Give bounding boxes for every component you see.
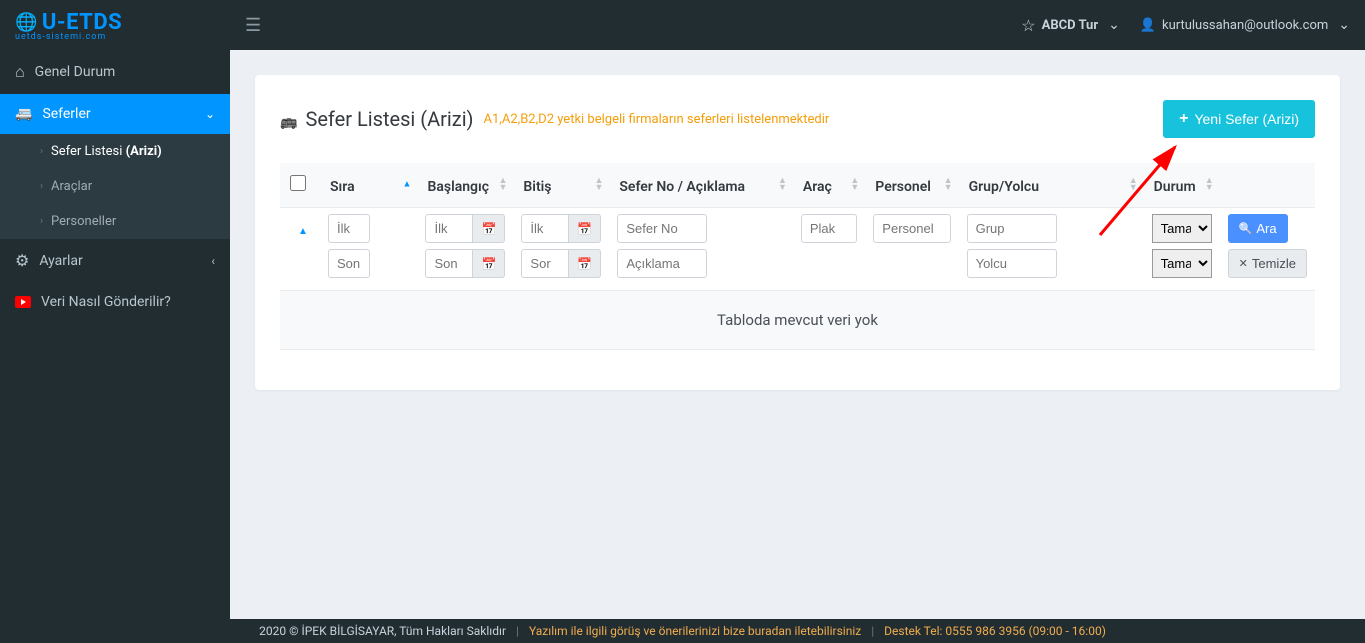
chevron-right-icon: ›	[40, 146, 43, 157]
company-selector[interactable]: ABCD Tur	[1021, 16, 1120, 35]
col-baslangic[interactable]: Başlangıç▲▼	[417, 163, 513, 208]
topbar: 🌐U-ETDS uetds-sistemi.com ☰ ABCD Tur 👤 k…	[0, 0, 1365, 50]
calendar-icon[interactable]: 📅	[569, 249, 601, 278]
footer-feedback-link[interactable]: Yazılım ile ilgili görüş ve önerileriniz…	[529, 624, 861, 638]
col-checkbox	[280, 163, 320, 208]
sefer-table: Sıra▲ Başlangıç▲▼ Bitiş▲▼ Sefer No / Açı…	[280, 163, 1315, 350]
filter-durum-2[interactable]: Tamamı	[1152, 249, 1212, 278]
filter-plaka[interactable]	[801, 214, 857, 243]
col-personel[interactable]: Personel▲▼	[865, 163, 958, 208]
card-header: Sefer Listesi (Arizi) A1,A2,B2,D2 yetki …	[280, 100, 1315, 138]
filter-sira-son[interactable]	[328, 249, 370, 278]
home-icon	[15, 62, 25, 82]
search-button[interactable]: Ara	[1228, 214, 1288, 243]
col-durum[interactable]: Durum▲▼	[1144, 163, 1220, 208]
globe-icon: 🌐	[15, 12, 38, 33]
sidebar-item-seferler[interactable]: 🚐 Seferler ⌄	[0, 94, 230, 134]
col-bitis[interactable]: Bitiş▲▼	[513, 163, 609, 208]
chevron-down-icon: ⌄	[205, 107, 215, 121]
card-sefer-listesi: Sefer Listesi (Arizi) A1,A2,B2,D2 yetki …	[255, 75, 1340, 390]
chevron-right-icon: ›	[40, 181, 43, 192]
filter-aciklama[interactable]	[617, 249, 707, 278]
select-all-checkbox[interactable]	[290, 175, 306, 191]
user-menu[interactable]: 👤 kurtulussahan@outlook.com	[1140, 17, 1350, 33]
filter-baslangic-son[interactable]	[425, 249, 473, 278]
sidebar: Genel Durum 🚐 Seferler ⌄ › Sefer Listesi…	[0, 50, 230, 619]
chevron-down-icon	[1104, 17, 1120, 33]
gear-icon	[15, 251, 29, 270]
calendar-icon[interactable]: 📅	[473, 249, 505, 278]
sidebar-submenu-seferler: › Sefer Listesi (Arizi) › Araçlar › Pers…	[0, 134, 230, 239]
chevron-down-icon	[1334, 17, 1350, 33]
col-grup[interactable]: Grup/Yolcu▲▼	[959, 163, 1144, 208]
footer-copyright: 2020 © İPEK BİLGİSAYAR, Tüm Hakları Sakl…	[259, 624, 506, 638]
menu-toggle-icon[interactable]: ☰	[230, 15, 276, 36]
chevron-right-icon: ›	[40, 216, 43, 227]
sidebar-item-label: Seferler	[42, 106, 90, 122]
bus-icon: 🚐	[15, 106, 32, 122]
filter-baslangic-ilk[interactable]	[425, 214, 473, 243]
calendar-icon[interactable]: 📅	[569, 214, 601, 243]
filter-yolcu[interactable]	[967, 249, 1057, 278]
footer: 2020 © İPEK BİLGİSAYAR, Tüm Hakları Sakl…	[0, 619, 1365, 643]
col-arac[interactable]: Araç▲▼	[793, 163, 865, 208]
col-sira[interactable]: Sıra▲	[320, 163, 417, 208]
footer-support[interactable]: Destek Tel: 0555 986 3956 (09:00 - 16:00…	[884, 624, 1106, 638]
filter-row: ▲ 📅 📅 📅 📅	[280, 208, 1315, 291]
company-name: ABCD Tur	[1042, 18, 1099, 33]
filter-bitis-ilk[interactable]	[521, 214, 569, 243]
filter-sira-ilk[interactable]	[328, 214, 370, 243]
main-content: Sefer Listesi (Arizi) A1,A2,B2,D2 yetki …	[230, 50, 1365, 619]
filter-durum-1[interactable]: Tamamı	[1152, 214, 1212, 243]
table-empty-row: Tabloda mevcut veri yok	[280, 291, 1315, 350]
logo-subtitle: uetds-sistemi.com	[15, 33, 122, 41]
sidebar-item-label: Genel Durum	[35, 64, 116, 80]
logo[interactable]: 🌐U-ETDS uetds-sistemi.com	[0, 0, 230, 50]
empty-message: Tabloda mevcut veri yok	[280, 291, 1315, 350]
sidebar-item-label: Ayarlar	[39, 253, 82, 269]
sidebar-item-label: Veri Nasıl Gönderilir?	[41, 294, 171, 310]
sidebar-item-ayarlar[interactable]: Ayarlar ‹	[0, 239, 230, 282]
chevron-left-icon: ‹	[211, 254, 215, 268]
new-sefer-button[interactable]: Yeni Sefer (Arizi)	[1163, 100, 1315, 138]
sidebar-item-label: Personeller	[51, 214, 116, 229]
sidebar-subitem-personeller[interactable]: › Personeller	[0, 204, 230, 239]
filter-seferno[interactable]	[617, 214, 707, 243]
star-icon	[1021, 16, 1035, 35]
page-subtitle: A1,A2,B2,D2 yetki belgeli firmaların sef…	[484, 112, 830, 127]
user-icon: 👤	[1140, 18, 1156, 33]
filter-bitis-sor[interactable]	[521, 249, 569, 278]
logo-text: U-ETDS	[42, 10, 122, 35]
sidebar-item-label: Araçlar	[51, 179, 92, 194]
bus-icon	[280, 107, 297, 131]
clear-button[interactable]: Temizle	[1228, 249, 1307, 278]
sidebar-item-video-help[interactable]: Veri Nasıl Gönderilir?	[0, 282, 230, 322]
filter-grup[interactable]	[967, 214, 1057, 243]
calendar-icon[interactable]: 📅	[473, 214, 505, 243]
user-email: kurtulussahan@outlook.com	[1162, 18, 1328, 33]
sidebar-subitem-sefer-listesi[interactable]: › Sefer Listesi (Arizi)	[0, 134, 230, 169]
col-actions	[1220, 163, 1315, 208]
sort-indicator-icon: ▲	[298, 226, 308, 237]
filter-personel[interactable]	[873, 214, 950, 243]
col-seferno[interactable]: Sefer No / Açıklama▲▼	[609, 163, 793, 208]
youtube-icon	[15, 296, 31, 308]
sidebar-item-genel-durum[interactable]: Genel Durum	[0, 50, 230, 94]
page-title: Sefer Listesi (Arizi)	[280, 107, 474, 131]
sidebar-subitem-araclar[interactable]: › Araçlar	[0, 169, 230, 204]
